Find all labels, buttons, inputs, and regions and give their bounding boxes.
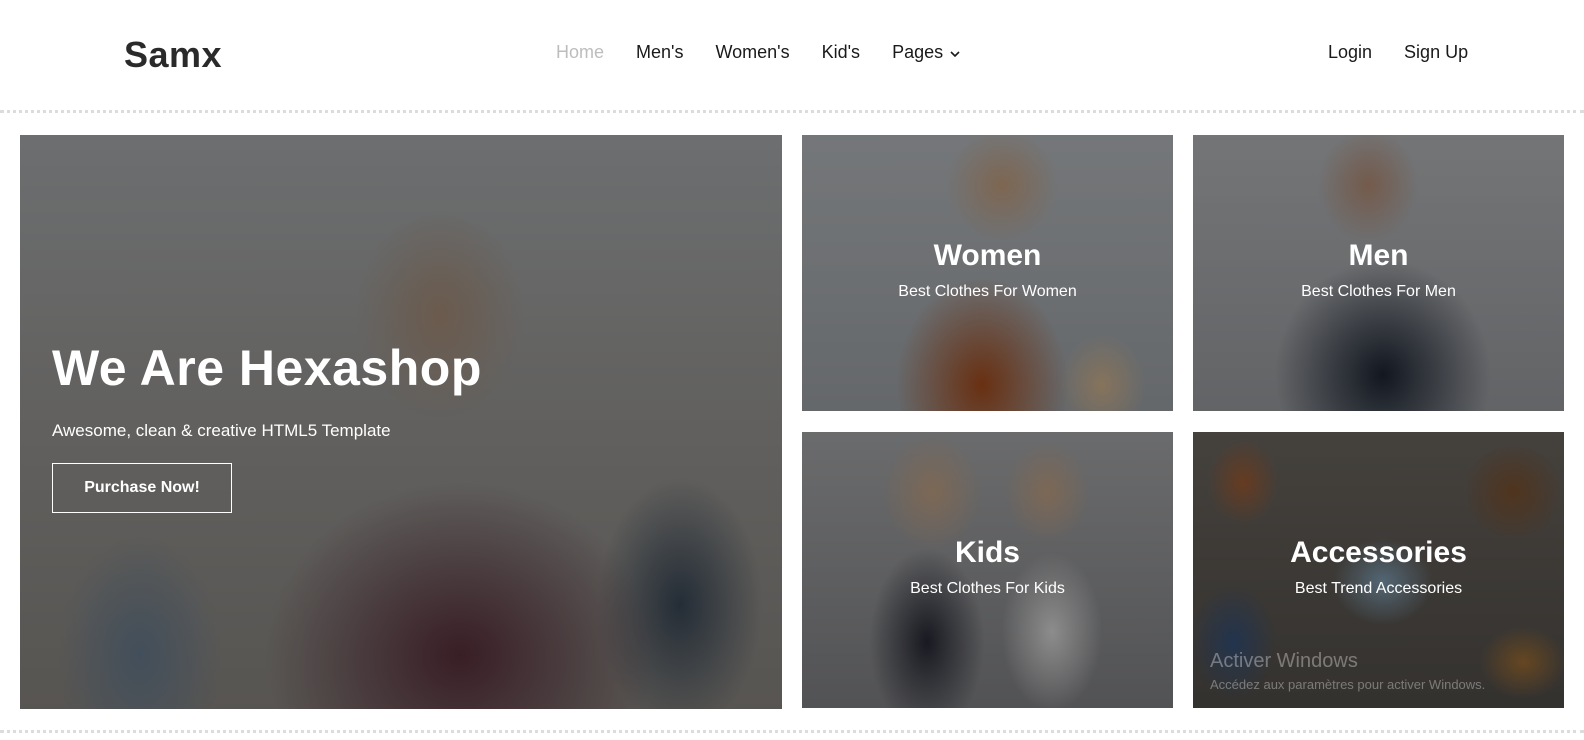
- nav-item-home[interactable]: Home: [556, 42, 604, 63]
- site-header: Samx Home Men's Women's Kid's Pages Logi…: [0, 0, 1584, 110]
- hero-banner: We Are Hexashop Awesome, clean & creativ…: [20, 135, 782, 709]
- tile-subtitle: Best Clothes For Men: [1301, 283, 1456, 300]
- tile-caption: Women Best Clothes For Women: [802, 239, 1173, 301]
- tile-caption: Men Best Clothes For Men: [1193, 239, 1564, 301]
- purchase-now-button[interactable]: Purchase Now!: [52, 463, 232, 513]
- nav-item-womens[interactable]: Women's: [715, 42, 789, 63]
- tile-title: Women: [933, 239, 1042, 272]
- hero-title: We Are Hexashop: [52, 340, 482, 396]
- tile-title: Accessories: [1290, 536, 1467, 569]
- tile-subtitle: Best Trend Accessories: [1294, 580, 1463, 597]
- header-divider: [0, 110, 1584, 113]
- auth-links: Login Sign Up: [1328, 42, 1468, 63]
- tile-caption: Accessories Best Trend Accessories: [1193, 536, 1564, 598]
- nav-item-pages-label: Pages: [892, 42, 944, 62]
- hero-content: We Are Hexashop Awesome, clean & creativ…: [52, 339, 482, 513]
- tile-title: Men: [1348, 239, 1409, 272]
- hero-subtitle: Awesome, clean & creative HTML5 Template: [52, 421, 391, 440]
- chevron-down-icon: [950, 50, 960, 57]
- nav-item-mens[interactable]: Men's: [636, 42, 683, 63]
- tile-title: Kids: [954, 536, 1020, 569]
- watermark-title: Activer Windows: [1210, 650, 1358, 672]
- watermark-text: Accédez aux paramètres pour activer Wind…: [1210, 677, 1486, 692]
- windows-activation-watermark: Activer Windows Accédez aux paramètres p…: [1210, 650, 1485, 692]
- login-link[interactable]: Login: [1328, 42, 1372, 63]
- nav-item-pages[interactable]: Pages: [892, 42, 961, 63]
- category-tile-men[interactable]: Men Best Clothes For Men: [1193, 135, 1564, 411]
- tile-caption: Kids Best Clothes For Kids: [802, 536, 1173, 598]
- nav-item-kids[interactable]: Kid's: [822, 42, 860, 63]
- tile-subtitle: Best Clothes For Women: [898, 283, 1077, 300]
- signup-link[interactable]: Sign Up: [1404, 42, 1468, 63]
- section-divider: [0, 730, 1584, 733]
- tile-subtitle: Best Clothes For Kids: [910, 580, 1065, 597]
- site-logo[interactable]: Samx: [124, 34, 222, 76]
- main-nav: Home Men's Women's Kid's Pages: [556, 42, 961, 63]
- category-tile-kids[interactable]: Kids Best Clothes For Kids: [802, 432, 1173, 708]
- category-tile-women[interactable]: Women Best Clothes For Women: [802, 135, 1173, 411]
